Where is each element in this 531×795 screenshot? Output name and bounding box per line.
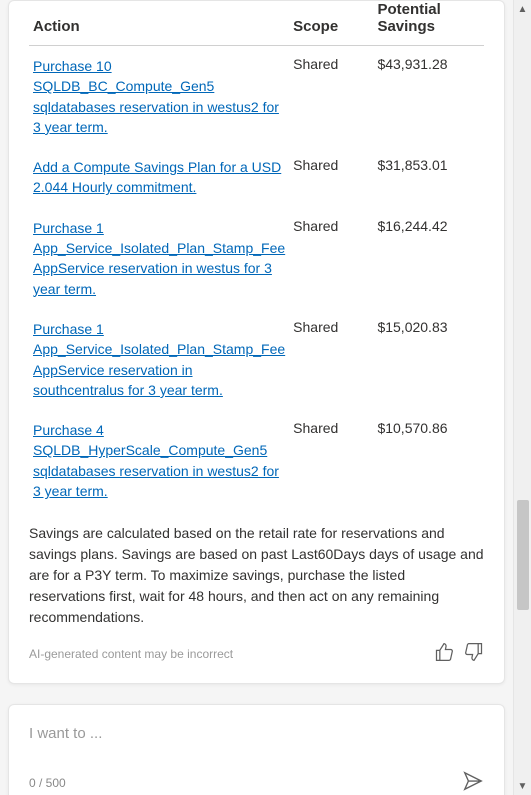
thumbs-up-icon[interactable] [434, 642, 454, 665]
savings-cell: $10,570.86 [373, 410, 484, 511]
savings-cell: $43,931.28 [373, 46, 484, 148]
table-row: Purchase 1 App_Service_Isolated_Plan_Sta… [29, 208, 484, 309]
thumbs-down-icon[interactable] [464, 642, 484, 665]
scope-cell: Shared [289, 208, 373, 309]
scope-cell: Shared [289, 46, 373, 148]
table-row: Purchase 4 SQLDB_HyperScale_Compute_Gen5… [29, 410, 484, 511]
header-action: Action [29, 1, 289, 46]
scroll-thumb[interactable] [517, 500, 529, 610]
action-link[interactable]: Purchase 10 SQLDB_BC_Compute_Gen5 sqldat… [33, 58, 279, 135]
action-link[interactable]: Purchase 4 SQLDB_HyperScale_Compute_Gen5… [33, 422, 279, 499]
action-link[interactable]: Add a Compute Savings Plan for a USD 2.0… [33, 159, 281, 195]
scope-cell: Shared [289, 410, 373, 511]
table-row: Purchase 1 App_Service_Isolated_Plan_Sta… [29, 309, 484, 410]
send-icon[interactable] [462, 770, 484, 795]
header-savings: Potential Savings [373, 1, 484, 46]
response-card: Action Scope Potential Savings Purchase … [8, 0, 505, 684]
table-row: Purchase 10 SQLDB_BC_Compute_Gen5 sqldat… [29, 46, 484, 148]
scope-cell: Shared [289, 147, 373, 208]
savings-cell: $31,853.01 [373, 147, 484, 208]
header-scope: Scope [289, 1, 373, 46]
action-link[interactable]: Purchase 1 App_Service_Isolated_Plan_Sta… [33, 220, 285, 297]
scope-cell: Shared [289, 309, 373, 410]
table-row: Add a Compute Savings Plan for a USD 2.0… [29, 147, 484, 208]
chat-input[interactable]: I want to ... [29, 725, 484, 742]
chat-input-card[interactable]: I want to ... 0 / 500 [8, 704, 505, 795]
savings-cell: $16,244.42 [373, 208, 484, 309]
savings-note: Savings are calculated based on the reta… [29, 523, 484, 628]
action-link[interactable]: Purchase 1 App_Service_Isolated_Plan_Sta… [33, 321, 285, 398]
scroll-down-icon[interactable]: ▼ [514, 777, 531, 795]
ai-disclaimer: AI-generated content may be incorrect [29, 647, 434, 661]
char-count: 0 / 500 [29, 776, 66, 790]
savings-table: Action Scope Potential Savings Purchase … [29, 1, 484, 511]
savings-cell: $15,020.83 [373, 309, 484, 410]
scrollbar[interactable]: ▲ ▼ [513, 0, 531, 795]
scroll-up-icon[interactable]: ▲ [514, 0, 531, 18]
